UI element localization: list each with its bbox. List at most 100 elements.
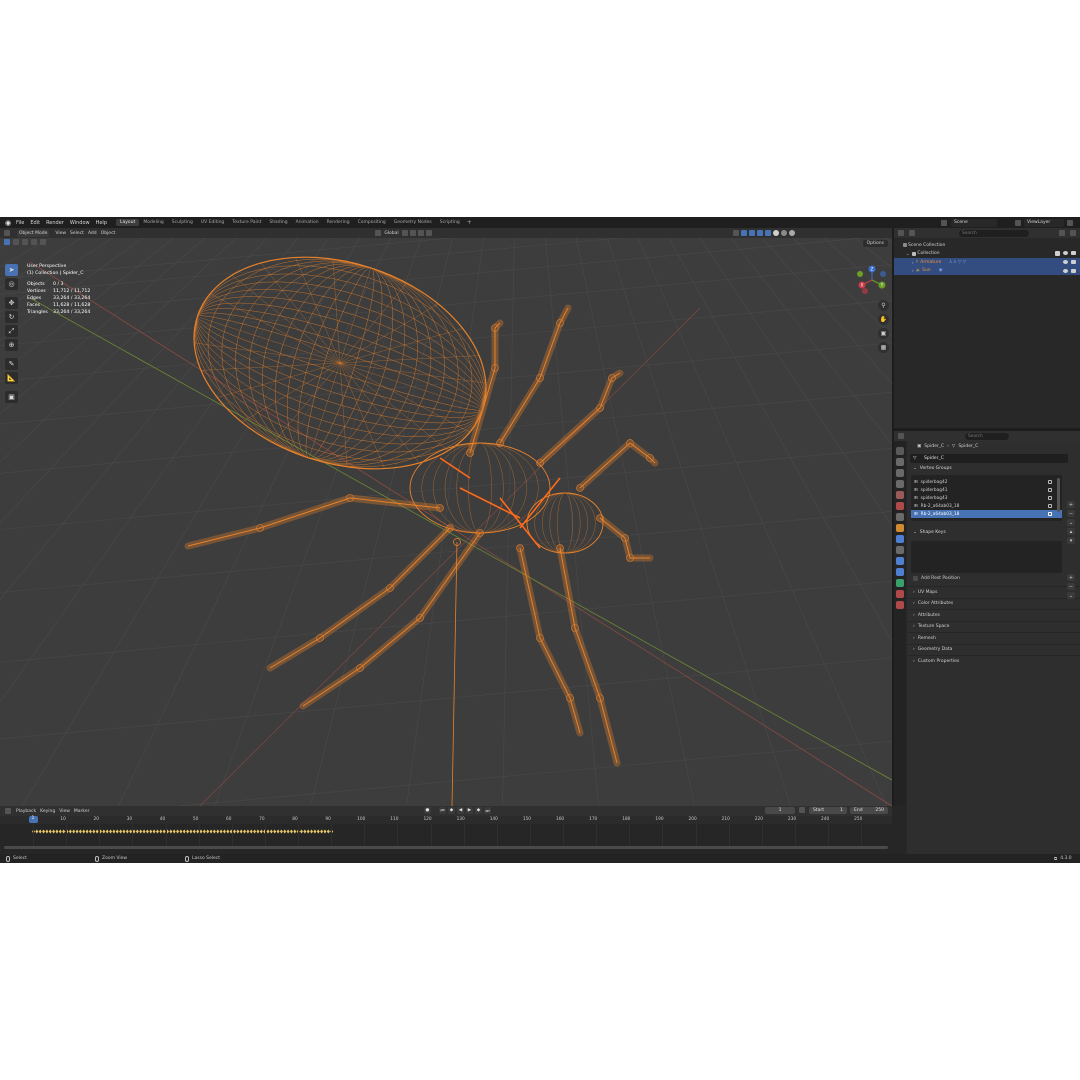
keyframe-diamond[interactable] <box>152 829 156 834</box>
editor-type-icon[interactable] <box>4 230 10 236</box>
visibility-icon[interactable] <box>732 230 739 236</box>
tab-geometry-nodes[interactable]: Geometry Nodes <box>390 219 436 226</box>
tab-uv-editing[interactable]: UV Editing <box>197 219 228 226</box>
keyframe-diamond[interactable] <box>112 829 116 834</box>
keyframe-diamond[interactable] <box>279 829 283 834</box>
blender-logo-icon[interactable]: ◉ <box>3 218 13 228</box>
lock-icon[interactable] <box>1048 488 1052 492</box>
outliner-item-armature[interactable]: › ☓ Armature ⅄ ⅄ ▽ ▽ <box>894 258 1080 267</box>
add-cube-icon[interactable]: ▣ <box>5 391 18 403</box>
keyframe-diamond[interactable] <box>42 829 46 834</box>
transform-orientation-icon[interactable] <box>375 230 382 236</box>
gizmo-neg-y-axis[interactable] <box>857 271 863 277</box>
keyframe-diamond[interactable] <box>206 829 210 834</box>
keyframe-diamond[interactable] <box>139 829 143 834</box>
proportional-edit-icon[interactable] <box>425 230 432 236</box>
move-down-button[interactable]: ▾ <box>1067 537 1075 544</box>
transform-icon[interactable]: ⊕ <box>5 339 18 351</box>
lock-icon[interactable] <box>1048 504 1052 508</box>
keyframe-diamond[interactable] <box>48 829 52 834</box>
keyframe-diamond[interactable] <box>300 829 303 834</box>
keyframe-diamond[interactable] <box>182 829 186 834</box>
shading-material-icon[interactable] <box>780 230 787 236</box>
tab-compositing[interactable]: Compositing <box>354 219 390 226</box>
keyframe-diamond[interactable] <box>233 829 236 834</box>
keyframe-diamond[interactable] <box>192 829 196 834</box>
remesh-panel[interactable]: › Remesh <box>907 632 1080 644</box>
snap-target-icon[interactable] <box>417 230 424 236</box>
rotate-icon[interactable]: ↻ <box>5 311 18 323</box>
tab-animation[interactable]: Animation <box>292 219 323 226</box>
shading-wireframe-icon[interactable] <box>764 230 771 236</box>
camera-icon[interactable] <box>1071 268 1076 273</box>
overlay-toggle-icon[interactable] <box>748 230 755 236</box>
tool-tab-icon[interactable] <box>896 447 904 455</box>
start-frame-field[interactable]: Start 1 <box>809 807 847 814</box>
keyframe-diamond[interactable] <box>226 829 230 834</box>
scene-name-field[interactable]: Scene <box>951 218 997 227</box>
tab-modeling[interactable]: Modeling <box>139 219 167 226</box>
keyframe-diamond[interactable] <box>289 829 293 834</box>
camera-icon[interactable] <box>1071 251 1076 256</box>
pivot-icon[interactable] <box>401 230 408 236</box>
keyframe-diamond[interactable] <box>269 829 273 834</box>
keyframe-diamond[interactable] <box>78 829 82 834</box>
keyframe-diamond[interactable] <box>316 829 320 834</box>
jump-end-icon[interactable]: ⏭ <box>484 807 491 814</box>
scale-icon[interactable]: ⤢ <box>5 325 18 337</box>
keyframe-diamond[interactable] <box>186 829 190 834</box>
keyframe-diamond[interactable] <box>135 829 139 834</box>
scene-tab-icon[interactable] <box>896 491 904 499</box>
view-layer-tab-icon[interactable] <box>896 480 904 488</box>
menu-view[interactable]: View <box>59 809 70 814</box>
play-reverse-icon[interactable]: ◀ <box>457 807 464 814</box>
menu-view[interactable]: View <box>53 230 68 237</box>
keyframe-diamond[interactable] <box>320 829 324 834</box>
keyframe-diamond[interactable] <box>105 829 109 834</box>
eye-icon[interactable] <box>1063 251 1068 256</box>
keyframe-diamond[interactable] <box>119 829 123 834</box>
play-icon[interactable]: ▶ <box>466 807 473 814</box>
texture-space-panel[interactable]: › Texture Space <box>907 620 1080 633</box>
keyframe-diamond[interactable] <box>286 829 290 834</box>
lock-icon[interactable] <box>1048 512 1052 516</box>
vertex-groups-panel-header[interactable]: ⌄ Vertex Groups <box>907 463 1080 474</box>
menu-help[interactable]: Help <box>93 220 110 226</box>
add-workspace-button[interactable]: + <box>464 219 475 226</box>
move-up-button[interactable]: ▴ <box>1067 528 1075 535</box>
custom-properties-panel[interactable]: › Custom Properties <box>907 655 1080 667</box>
keyframe-diamond[interactable] <box>62 829 66 834</box>
keyframe-diamond[interactable] <box>293 829 297 834</box>
keyframe-diamond[interactable] <box>253 829 257 834</box>
shape-keys-list[interactable] <box>911 541 1062 573</box>
keyframe-diamond[interactable] <box>122 829 126 834</box>
menu-playback[interactable]: Playback <box>16 809 36 814</box>
select-subtract-icon[interactable] <box>22 239 28 245</box>
keyframe-diamond[interactable] <box>246 829 250 834</box>
keyframe-diamond[interactable] <box>92 829 96 834</box>
vertex-groups-list[interactable]: ⊞ spiderbag42 ⊞ spiderbag41 ⊞ spiderbag43 ⊞… <box>911 475 1062 521</box>
select-invert-icon[interactable] <box>31 239 37 245</box>
keyframe-diamond[interactable] <box>52 829 56 834</box>
output-tab-icon[interactable] <box>896 469 904 477</box>
view-layer-icon[interactable] <box>1015 219 1021 226</box>
geometry-data-panel[interactable]: › Geometry Data <box>907 643 1080 656</box>
add-rest-position-checkbox[interactable] <box>913 575 918 581</box>
timeline-scrollbar[interactable] <box>4 846 888 849</box>
keyframe-diamond[interactable] <box>216 829 220 834</box>
gizmo-neg-x-axis[interactable] <box>862 288 868 294</box>
add-vertex-group-button[interactable]: + <box>1067 501 1075 508</box>
keyframe-diamond[interactable] <box>283 829 287 834</box>
object-mode-dropdown[interactable]: Object Mode <box>17 229 50 237</box>
menu-render[interactable]: Render <box>43 220 67 226</box>
navigation-gizmo[interactable]: Z X Y <box>856 265 888 295</box>
list-item[interactable]: ⊞ Rb-2_a64ab03_18 <box>911 502 1062 510</box>
menu-marker[interactable]: Marker <box>74 809 90 814</box>
keyframe-diamond[interactable] <box>159 829 163 834</box>
checkbox-icon[interactable] <box>1055 251 1060 257</box>
keyframe-diamond[interactable] <box>313 829 317 834</box>
collection-tab-icon[interactable] <box>896 513 904 521</box>
select-intersect-icon[interactable] <box>40 239 46 245</box>
jump-keyframe-back-icon[interactable]: ◆ <box>448 807 455 814</box>
keyframe-diamond[interactable] <box>323 829 327 834</box>
